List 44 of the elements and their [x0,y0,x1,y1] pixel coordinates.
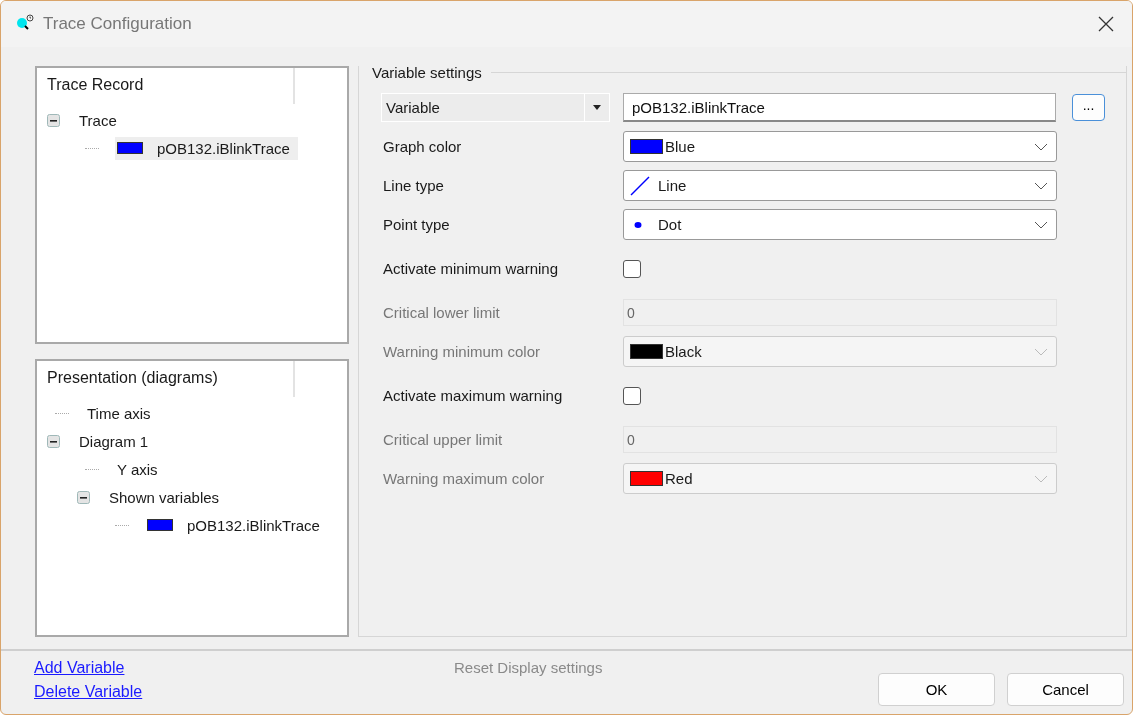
field-label: Graph color [382,138,463,155]
dialog-button[interactable]: OK [878,673,995,706]
dot-icon [634,220,642,229]
chevron-down-icon [1034,142,1048,151]
field-label: Point type [382,216,451,233]
browse-button[interactable]: ... [1072,94,1105,121]
field-label: Line type [382,177,445,194]
field-label: Activate maximum warning [382,386,564,406]
close-icon[interactable] [1098,16,1114,32]
tree-item[interactable]: Diagram 1 [77,429,157,453]
line-icon [630,175,650,196]
chevron-down-icon [1034,220,1048,229]
field-label: Warning minimum color [382,343,541,360]
variable-field[interactable]: pOB132.iBlinkTrace [623,93,1057,122]
tree-item[interactable]: Y axis [115,457,166,481]
link[interactable]: Delete Variable [34,683,454,701]
link[interactable]: Add Variable [34,659,454,677]
chevron-down-icon [1034,347,1048,356]
dropdown[interactable]: Dot [623,209,1057,240]
dialog-button[interactable]: Cancel [1007,673,1124,706]
chevron-down-icon [1034,181,1048,190]
tree-item[interactable]: Shown variables [107,485,228,509]
field-label: Critical upper limit [382,431,504,448]
tree-item[interactable]: Time axis [85,401,159,425]
tree-item[interactable]: pOB132.iBlinkTrace [145,513,328,537]
field-label: Critical lower limit [382,304,501,321]
chevron-down-icon [1034,474,1048,483]
collapse-icon[interactable] [47,113,60,127]
variable-dropdown[interactable]: Variable [381,93,610,122]
collapse-icon[interactable] [47,434,60,448]
dropdown-arrow-icon [593,105,601,110]
dropdown[interactable]: Blue [623,131,1057,162]
tree-item[interactable]: Trace [77,108,125,132]
checkbox[interactable] [623,259,641,278]
group-title: Variable settings [370,64,484,81]
field-label: Warning maximum color [382,470,546,487]
dropdown[interactable]: Line [623,170,1057,201]
field-label: Activate minimum warning [382,259,560,279]
panel-header: Presentation (diagrams) [47,369,218,386]
tree-item[interactable]: pOB132.iBlinkTrace [115,136,298,160]
collapse-icon[interactable] [77,490,90,504]
window-title: Trace Configuration [43,14,193,34]
checkbox[interactable] [623,386,641,405]
panel-header: Trace Record [47,76,144,93]
